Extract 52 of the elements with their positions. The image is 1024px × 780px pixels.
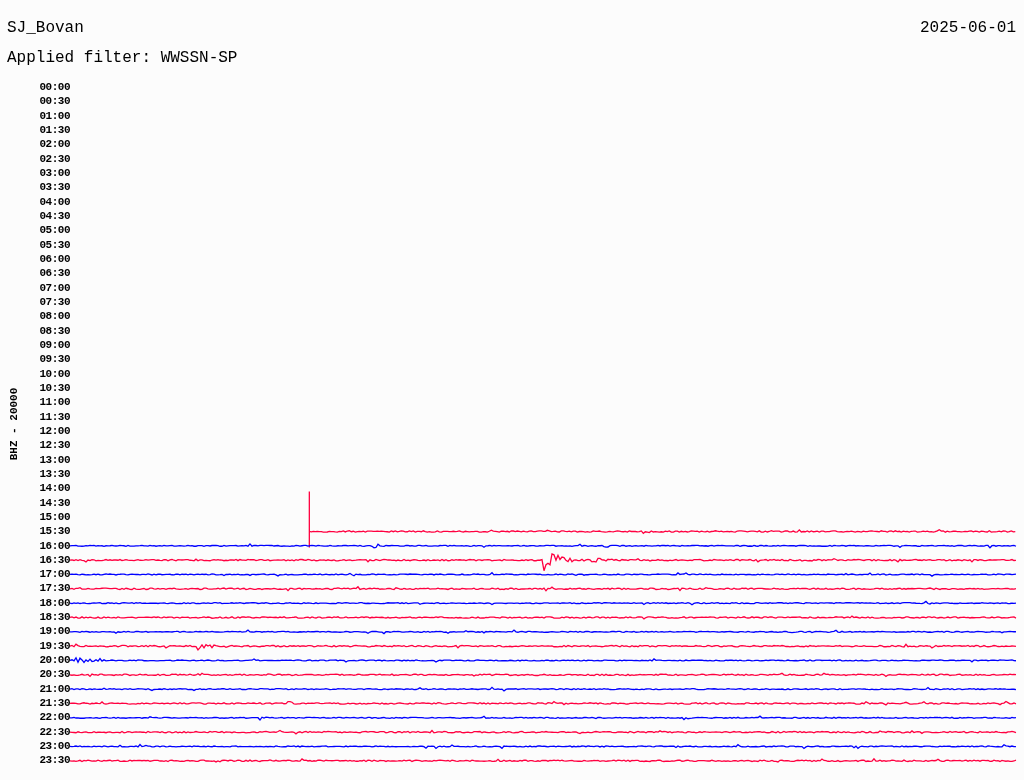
time-label: 07:30 [39, 294, 71, 310]
time-label: 09:00 [39, 337, 71, 353]
time-label: 09:30 [39, 352, 71, 367]
time-label: 00:00 [39, 80, 71, 95]
time-label: 04:30 [39, 208, 71, 224]
time-label: 05:30 [39, 237, 71, 252]
time-label: 22:00 [39, 710, 71, 725]
time-label: 00:30 [39, 94, 71, 109]
time-label: 15:00 [39, 509, 71, 525]
time-label: 11:00 [39, 395, 71, 410]
time-label: 17:30 [39, 581, 71, 596]
time-label: 02:00 [39, 137, 71, 152]
time-label: 10:30 [39, 380, 71, 396]
time-label: 16:30 [39, 552, 71, 568]
time-label: 21:00 [39, 681, 71, 697]
plot-date: 2025-06-01 [920, 18, 1016, 38]
time-label: 06:00 [39, 251, 71, 267]
station-name: SJ_Bovan [7, 18, 84, 38]
time-label: 04:00 [39, 194, 71, 209]
time-label: 17:00 [39, 567, 71, 582]
time-label: 20:00 [39, 653, 71, 668]
time-label: 22:30 [39, 724, 71, 740]
time-label: 13:30 [39, 466, 71, 482]
time-label: 18:30 [39, 610, 71, 625]
time-label: 23:00 [39, 739, 71, 754]
time-label: 13:00 [39, 452, 71, 467]
time-label: 14:30 [39, 495, 71, 510]
time-label: 10:00 [39, 366, 71, 381]
time-label: 08:30 [39, 323, 71, 338]
channel-axis-label: BHZ - 20000 [8, 387, 20, 461]
time-label: 19:30 [39, 638, 71, 654]
time-label: 11:30 [39, 409, 71, 424]
filter-label: Applied filter: WWSSN-SP [7, 48, 239, 68]
time-label: 23:30 [39, 753, 71, 768]
time-label: 21:30 [39, 696, 71, 711]
time-label: 01:30 [39, 123, 71, 138]
time-label: 18:00 [39, 595, 71, 611]
time-label: 02:30 [39, 151, 71, 166]
time-label: 05:00 [39, 223, 71, 238]
time-label: 12:00 [39, 423, 71, 439]
time-label: 06:30 [39, 266, 71, 281]
time-label: 20:30 [39, 667, 71, 682]
time-label: 16:00 [39, 538, 71, 553]
time-label: 03:30 [39, 180, 71, 195]
time-label: 03:00 [39, 165, 71, 181]
time-label: 14:00 [39, 481, 71, 496]
time-label: 08:00 [39, 309, 71, 324]
time-label: 12:30 [39, 438, 71, 453]
time-label: 07:00 [39, 280, 71, 295]
time-label: 19:00 [39, 624, 71, 639]
time-label: 01:00 [39, 108, 71, 123]
time-label: 15:30 [39, 524, 71, 539]
